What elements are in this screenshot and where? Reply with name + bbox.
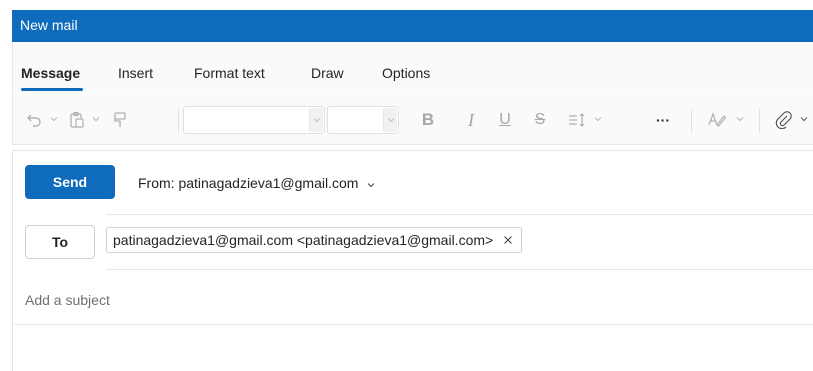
bold-button[interactable]: B xyxy=(417,109,439,131)
from-selector[interactable]: From: patinagadzieva1@gmail.com xyxy=(138,175,376,191)
tab-draw[interactable]: Draw xyxy=(311,65,344,81)
title-bar: New mail xyxy=(12,10,813,42)
strikethrough-icon: S xyxy=(534,111,546,128)
editor-button[interactable] xyxy=(705,109,729,131)
italic-icon: I xyxy=(468,109,474,130)
tab-insert[interactable]: Insert xyxy=(118,65,153,81)
tab-format-text[interactable]: Format text xyxy=(194,65,265,81)
active-tab-indicator xyxy=(21,88,83,91)
editor-icon xyxy=(708,112,727,127)
divider xyxy=(13,324,813,325)
remove-recipient-icon[interactable] xyxy=(501,233,515,247)
formatting-toolbar: B I U S ··· xyxy=(12,95,813,145)
divider xyxy=(106,269,813,270)
more-options-icon: ··· xyxy=(656,112,670,128)
undo-chevron-icon[interactable] xyxy=(49,114,59,124)
paste-button[interactable] xyxy=(66,109,88,131)
attach-button[interactable] xyxy=(773,109,795,131)
paste-chevron-icon[interactable] xyxy=(91,114,101,124)
attach-icon xyxy=(775,111,792,129)
window-title: New mail xyxy=(20,17,78,33)
compose-pane: Send From: patinagadzieva1@gmail.com To … xyxy=(12,150,813,371)
format-painter-button[interactable] xyxy=(109,109,131,131)
tab-message[interactable]: Message xyxy=(21,65,80,81)
paste-icon xyxy=(70,111,84,128)
subject-input[interactable]: Add a subject xyxy=(25,292,110,308)
more-options-button[interactable]: ··· xyxy=(651,109,675,131)
strikethrough-button[interactable]: S xyxy=(529,109,551,131)
recipient-chip[interactable]: patinagadzieva1@gmail.com <patinagadziev… xyxy=(106,227,523,253)
font-size-select[interactable] xyxy=(327,106,399,134)
bold-icon: B xyxy=(421,110,435,129)
editor-chevron-icon[interactable] xyxy=(735,114,745,124)
font-size-chevron-icon xyxy=(383,108,397,132)
to-button[interactable]: To xyxy=(25,225,95,259)
ribbon-tabs: Message Insert Format text Draw Options xyxy=(12,42,813,94)
toolbar-divider xyxy=(759,109,760,133)
send-button[interactable]: Send xyxy=(25,165,115,199)
undo-icon xyxy=(27,114,41,127)
toolbar-divider xyxy=(178,109,179,133)
tab-options[interactable]: Options xyxy=(382,65,430,81)
line-spacing-button[interactable] xyxy=(565,109,589,131)
from-chevron-icon xyxy=(367,182,375,187)
undo-button[interactable] xyxy=(23,109,45,131)
font-name-chevron-icon xyxy=(309,108,323,132)
italic-button[interactable]: I xyxy=(460,109,482,131)
line-spacing-chevron-icon[interactable] xyxy=(593,114,603,124)
line-spacing-icon xyxy=(569,113,585,127)
recipient-address: patinagadzieva1@gmail.com <patinagadziev… xyxy=(113,232,494,248)
font-name-select[interactable] xyxy=(183,106,325,134)
format-painter-icon xyxy=(114,112,126,127)
underline-icon: U xyxy=(499,111,511,128)
divider xyxy=(106,214,813,215)
underline-button[interactable]: U xyxy=(494,109,516,131)
toolbar-divider xyxy=(691,109,692,133)
from-label: From: patinagadzieva1@gmail.com xyxy=(138,175,359,191)
attach-chevron-icon[interactable] xyxy=(799,114,809,124)
